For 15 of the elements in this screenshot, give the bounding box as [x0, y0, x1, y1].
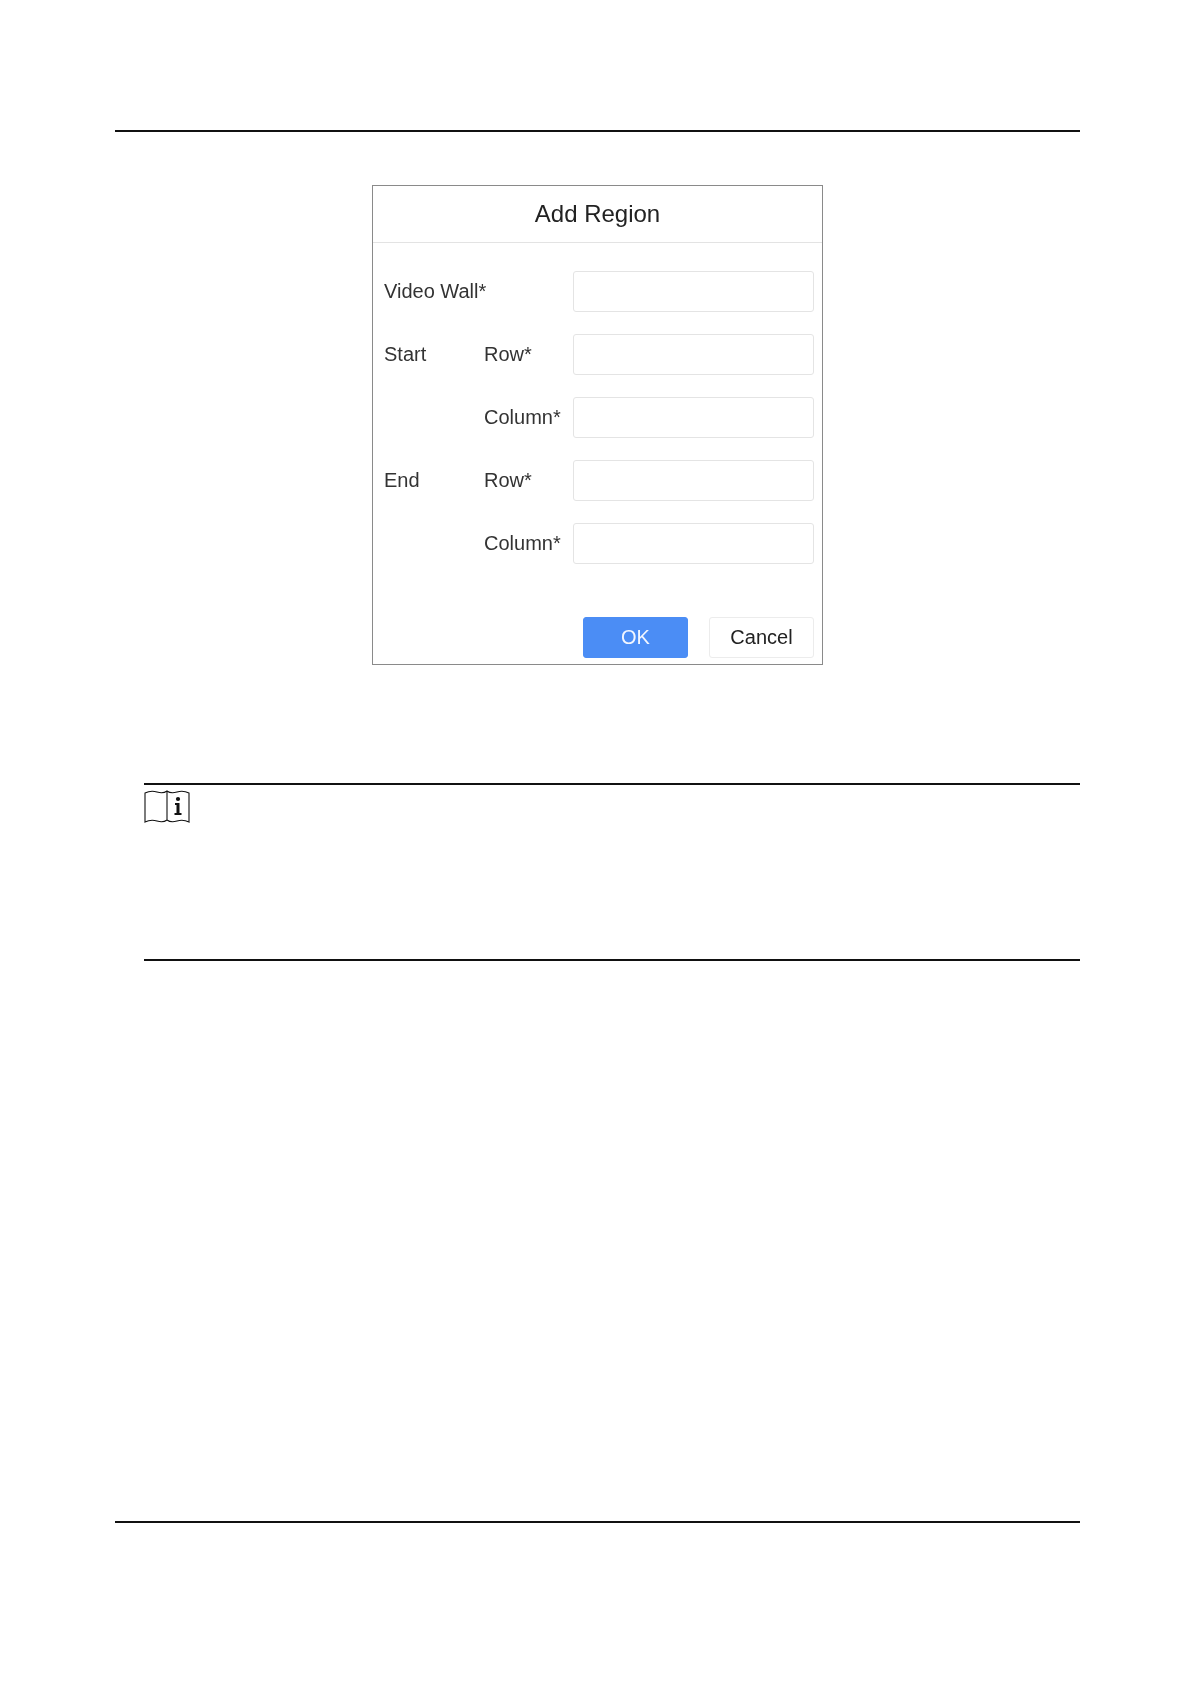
dialog-title: Add Region [534, 200, 661, 228]
cancel-button[interactable]: Cancel [709, 617, 814, 658]
input-field[interactable] [573, 334, 814, 375]
input-field[interactable] [573, 397, 814, 438]
field-label: Row* [484, 343, 532, 366]
input-field[interactable] [573, 271, 814, 312]
group-label: Start [384, 343, 427, 366]
field-label: Column* [484, 406, 561, 429]
info-book-icon [144, 789, 190, 824]
field-label: Column* [484, 532, 561, 555]
group-label: End [384, 469, 420, 492]
field-label: Row* [484, 469, 532, 492]
input-field[interactable] [573, 523, 814, 564]
field-label: Video Wall* [384, 280, 487, 303]
input-field[interactable] [573, 460, 814, 501]
